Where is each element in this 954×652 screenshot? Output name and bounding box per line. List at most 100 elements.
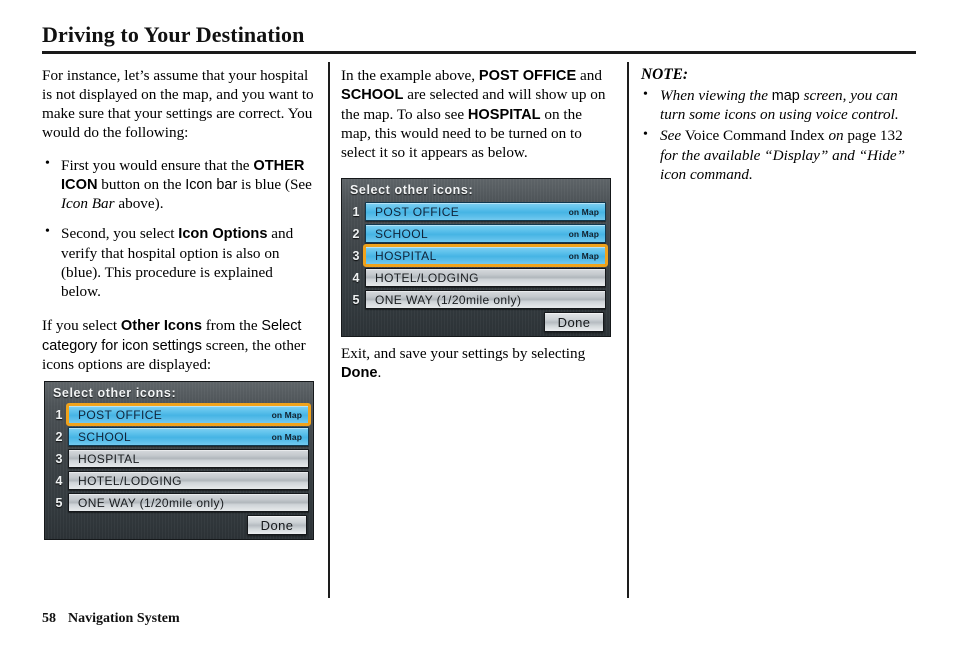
icon-option-button-post-office[interactable]: POST OFFICE on Map: [66, 403, 311, 426]
icon-option-button-one-way-1-20mile-only[interactable]: ONE WAY (1/20mile only): [68, 493, 309, 512]
note-b2-upright-voice-command-index: Voice Command Index: [684, 127, 825, 145]
middle-p2-part2: .: [377, 364, 382, 382]
icon-option-label: POST OFFICE: [78, 407, 163, 422]
title-rule: [42, 51, 916, 54]
row-number: 4: [352, 270, 360, 285]
row-number: 5: [352, 292, 360, 307]
left-paragraph-2: If you select Other Icons from the Selec…: [42, 316, 314, 374]
note-b2-upright-page-132: page 132: [847, 127, 903, 145]
on-map-badge: on Map: [568, 228, 599, 239]
note-b1-sans-map: map: [771, 88, 800, 104]
note-b2-part1: See: [660, 127, 685, 145]
done-button[interactable]: Done: [544, 312, 604, 332]
icon-option-row: 1 POST OFFICE on Map: [347, 201, 606, 222]
left-bullet-1-part4: above).: [114, 195, 164, 213]
note-heading: NOTE:: [641, 66, 689, 83]
icon-option-button-hospital[interactable]: HOSPITAL: [68, 449, 309, 468]
icon-option-row: 1 POST OFFICE on Map: [50, 403, 311, 426]
icon-options-list-2: 1 POST OFFICE on Map 2 SCHOOL on Map 3 HOSPITAL…: [347, 201, 608, 311]
icon-option-row: 3 HOSPITAL: [50, 448, 309, 469]
icon-option-button-hospital[interactable]: HOSPITAL on Map: [363, 244, 608, 267]
page-footer: 58 Navigation System: [42, 611, 180, 627]
left-paragraph-2-part1: If you select: [42, 317, 121, 335]
middle-paragraph-2: Exit, and save your settings by selectin…: [341, 344, 613, 383]
row-number: 5: [55, 495, 63, 510]
middle-paragraph-1: In the example above, POST OFFICE and SC…: [341, 66, 613, 162]
screen-title: Select other icons:: [350, 183, 474, 197]
navigation-screenshot-2: Select other icons: 1 POST OFFICE on Map 2 S…: [341, 178, 611, 337]
bullet-dot-icon: •: [643, 127, 648, 143]
navigation-screenshot-1: Select other icons: 1 POST OFFICE on Map 2 S…: [44, 381, 314, 540]
column-left: For instance, let’s assume that your hos…: [42, 66, 314, 387]
row-number: 3: [352, 248, 360, 263]
bullet-dot-icon: •: [45, 155, 50, 171]
icon-option-row: 4 HOTEL/LODGING: [50, 470, 309, 491]
column-divider-right: [627, 62, 629, 598]
middle-p1-bold-school: SCHOOL: [341, 87, 404, 104]
middle-p1-bold-hospital: HOSPITAL: [467, 106, 541, 123]
left-bullet-1-part1: First you would ensure that the: [61, 156, 254, 174]
middle-p2-part1: Exit, and save your settings by selectin…: [341, 345, 586, 362]
row-number: 4: [55, 473, 63, 488]
done-button[interactable]: Done: [247, 515, 307, 535]
icon-option-label: HOSPITAL: [375, 248, 437, 263]
left-paragraph-1: For instance, let’s assume that your hos…: [42, 67, 314, 142]
column-middle: In the example above, POST OFFICE and SC…: [341, 66, 613, 175]
icon-option-label: SCHOOL: [375, 226, 429, 241]
note-b2-part2: on: [824, 127, 848, 145]
icon-option-button-post-office[interactable]: POST OFFICE on Map: [365, 202, 606, 221]
icon-option-button-hotel-lodging[interactable]: HOTEL/LODGING: [365, 268, 606, 287]
icon-option-button-hotel-lodging[interactable]: HOTEL/LODGING: [68, 471, 309, 490]
icon-option-label: SCHOOL: [78, 429, 132, 444]
left-paragraph-2-bold: Other Icons: [120, 318, 202, 335]
icon-option-label: HOSPITAL: [78, 451, 140, 466]
left-bullet-2: • Second, you select Icon Options and ver…: [42, 224, 314, 301]
icon-option-label: ONE WAY (1/20mile only): [78, 495, 225, 510]
left-paragraph-2-part2: from the: [201, 317, 262, 335]
left-bullet-1-sans: Icon bar: [185, 176, 238, 193]
icon-option-row: 2 SCHOOL on Map: [347, 223, 606, 244]
icon-option-row: 5 ONE WAY (1/20mile only): [347, 289, 606, 310]
row-number: 3: [55, 451, 63, 466]
icon-option-button-one-way-1-20mile-only[interactable]: ONE WAY (1/20mile only): [365, 290, 606, 309]
row-number: 1: [352, 204, 360, 219]
manual-page: Driving to Your Destination For instance…: [0, 0, 954, 652]
middle-p2-bold-done: Done: [341, 365, 378, 382]
icon-option-label: POST OFFICE: [375, 204, 460, 219]
icon-option-label: ONE WAY (1/20mile only): [375, 292, 522, 307]
left-bullet-2-part1: Second, you select: [61, 225, 179, 243]
icon-option-button-school[interactable]: SCHOOL on Map: [68, 427, 309, 446]
left-bullet-1-part2: button on the: [97, 175, 186, 193]
left-bullet-2-bold: Icon Options: [178, 226, 268, 243]
middle-p1-bold-post-office: POST OFFICE: [478, 68, 577, 84]
icon-options-list-1: 1 POST OFFICE on Map 2 SCHOOL on Map 3 HOSPITAL…: [50, 403, 311, 514]
icon-option-label: HOTEL/LODGING: [78, 473, 182, 488]
on-map-badge: on Map: [271, 409, 302, 420]
on-map-badge: on Map: [271, 431, 302, 442]
icon-option-label: HOTEL/LODGING: [375, 270, 479, 285]
left-bullet-1-italic: Icon Bar: [61, 195, 115, 213]
note-bullet-2: • See Voice Command Index on page 132 for…: [641, 126, 921, 184]
note-b2-part3: for the available “Display” and “Hide” i…: [660, 146, 906, 183]
middle-p1-part2: and: [576, 67, 602, 84]
note-bullet-1: • When viewing the map screen, you can tu…: [641, 86, 921, 124]
page-title: Driving to Your Destination: [42, 22, 305, 47]
row-number: 2: [352, 226, 360, 241]
bullet-dot-icon: •: [643, 87, 648, 102]
screen-title: Select other icons:: [53, 386, 177, 400]
footer-section-name: Navigation System: [68, 611, 180, 626]
column-divider-left: [328, 62, 330, 598]
icon-option-button-school[interactable]: SCHOOL on Map: [365, 224, 606, 243]
icon-option-row: 2 SCHOOL on Map: [50, 426, 309, 447]
footer-page-number: 58: [42, 611, 56, 626]
left-bullet-1: • First you would ensure that the OTHER I…: [42, 156, 314, 214]
done-button-wrap-1: Done: [247, 515, 307, 535]
on-map-badge: on Map: [568, 206, 599, 217]
row-number: 1: [55, 407, 63, 422]
bullet-dot-icon: •: [45, 224, 50, 240]
row-number: 2: [55, 429, 63, 444]
icon-option-row: 4 HOTEL/LODGING: [347, 267, 606, 288]
done-button-wrap-2: Done: [544, 312, 604, 332]
note-b1-part1: When viewing the: [660, 87, 772, 104]
column-right: NOTE: • When viewing the map screen, you …: [641, 66, 921, 186]
